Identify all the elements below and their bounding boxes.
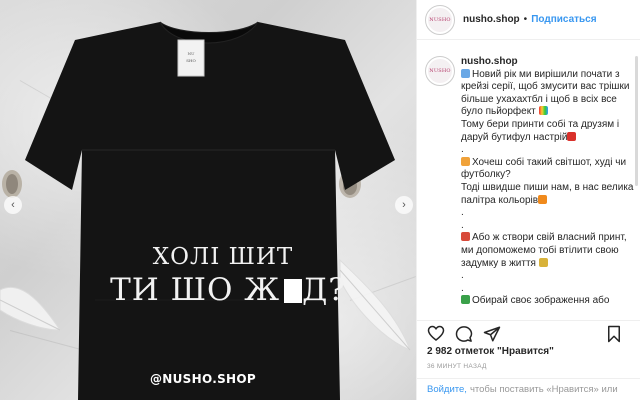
censor-box	[280, 279, 303, 303]
comment-bar: Войдите, чтобы поставить «Нравится» или	[417, 378, 640, 400]
likes-count[interactable]: 2 982 отметок "Нравится"	[427, 346, 554, 357]
caption-line: Хочеш собі такий світшот, худі чи	[461, 156, 637, 170]
tshirt-image: NU SHO	[0, 21, 411, 400]
login-link[interactable]: Войдите,	[427, 384, 467, 395]
avatar-logo: NUSHO	[428, 7, 452, 32]
fire-emoji-icon	[538, 194, 548, 204]
sparkle-emoji-icon	[461, 68, 470, 78]
comment-prompt: чтобы поставить «Нравится» или	[469, 384, 618, 395]
heart-icon[interactable]	[427, 325, 445, 343]
caption-line: даруй бутифул настрій	[461, 131, 637, 145]
shirt-print-line1: ХОЛІ ШИТ	[152, 244, 294, 270]
caption-line: .	[461, 270, 464, 282]
caption-line: футболку?	[461, 169, 511, 181]
avatar-logo: NUSHO	[428, 59, 452, 83]
caption-line: більше ухахахтбл і щоб в всіх все	[461, 93, 617, 105]
pin-emoji-icon	[461, 232, 470, 242]
chevron-left-icon[interactable]: ‹	[4, 196, 22, 214]
caption-text: nusho.shop Новий рік ми вирішили почати …	[461, 48, 637, 308]
svg-text:NU: NU	[188, 51, 196, 56]
caption-scrollbar[interactable]	[635, 56, 638, 186]
caption-line: Тому бери принти собі та друзям і	[461, 118, 620, 130]
avatar[interactable]: NUSHO	[425, 4, 455, 35]
caption-line: задумку в життя	[461, 257, 637, 271]
photo-watermark: @NUSHO.SHOP	[150, 372, 256, 386]
caption-line: було пьйорфект	[461, 106, 637, 119]
follow-button[interactable]: Подписаться	[531, 14, 596, 25]
username-link[interactable]: nusho.shop	[463, 14, 520, 25]
trophy-emoji-icon	[538, 257, 548, 267]
caption-line: ми допоможемо тобі втілити свою	[461, 244, 619, 256]
caption-username[interactable]: nusho.shop	[461, 56, 518, 67]
caption-line: Тоді швидше пиши нам, в нас велика	[461, 181, 634, 193]
post-sidebar: NUSHO nusho.shop • Подписаться NUSHO nus…	[416, 0, 640, 400]
caption-line: .	[461, 219, 464, 231]
caption-area[interactable]: NUSHO nusho.shop Новий рік ми вирішили п…	[417, 48, 639, 310]
caption-line: крейзі серії, щоб змусити вас трішки	[461, 81, 630, 93]
caption-avatar[interactable]: NUSHO	[425, 56, 455, 86]
action-bar	[417, 320, 640, 346]
post-photo: NU SHO ХОЛІ ШИТ ТИ ШО Ж Д? @NUSHO.SHOP ‹ …	[0, 0, 416, 400]
caption-line: .	[461, 282, 464, 294]
caption-line: палітра кольорів	[461, 194, 637, 208]
shirt-print-line2: ТИ ШО Ж Д?	[110, 272, 346, 308]
post-timestamp[interactable]: 36 МИНУТ НАЗАД	[427, 363, 487, 370]
caption-line: Або ж створи свій власний принт,	[461, 232, 637, 245]
bookmark-icon[interactable]	[605, 325, 623, 343]
pinecone-left-icon	[2, 170, 22, 198]
rainbow-emoji-icon	[538, 106, 548, 116]
caption-line: .	[461, 144, 464, 156]
share-icon[interactable]	[483, 325, 501, 343]
comment-icon[interactable]	[455, 325, 473, 343]
post-header: NUSHO nusho.shop • Подписаться	[417, 0, 640, 40]
svg-text:SHO: SHO	[186, 58, 196, 63]
fire-emoji-icon	[461, 156, 470, 166]
clover-emoji-icon	[461, 295, 470, 305]
caption-line: .	[461, 207, 464, 219]
chevron-right-icon[interactable]: ›	[395, 196, 413, 214]
caption-line: Обирай своє зображення або	[461, 295, 637, 308]
separator-dot: •	[523, 14, 528, 25]
burst-emoji-icon	[567, 131, 577, 141]
caption-line: Новий рік ми вирішили почати з	[461, 68, 637, 82]
